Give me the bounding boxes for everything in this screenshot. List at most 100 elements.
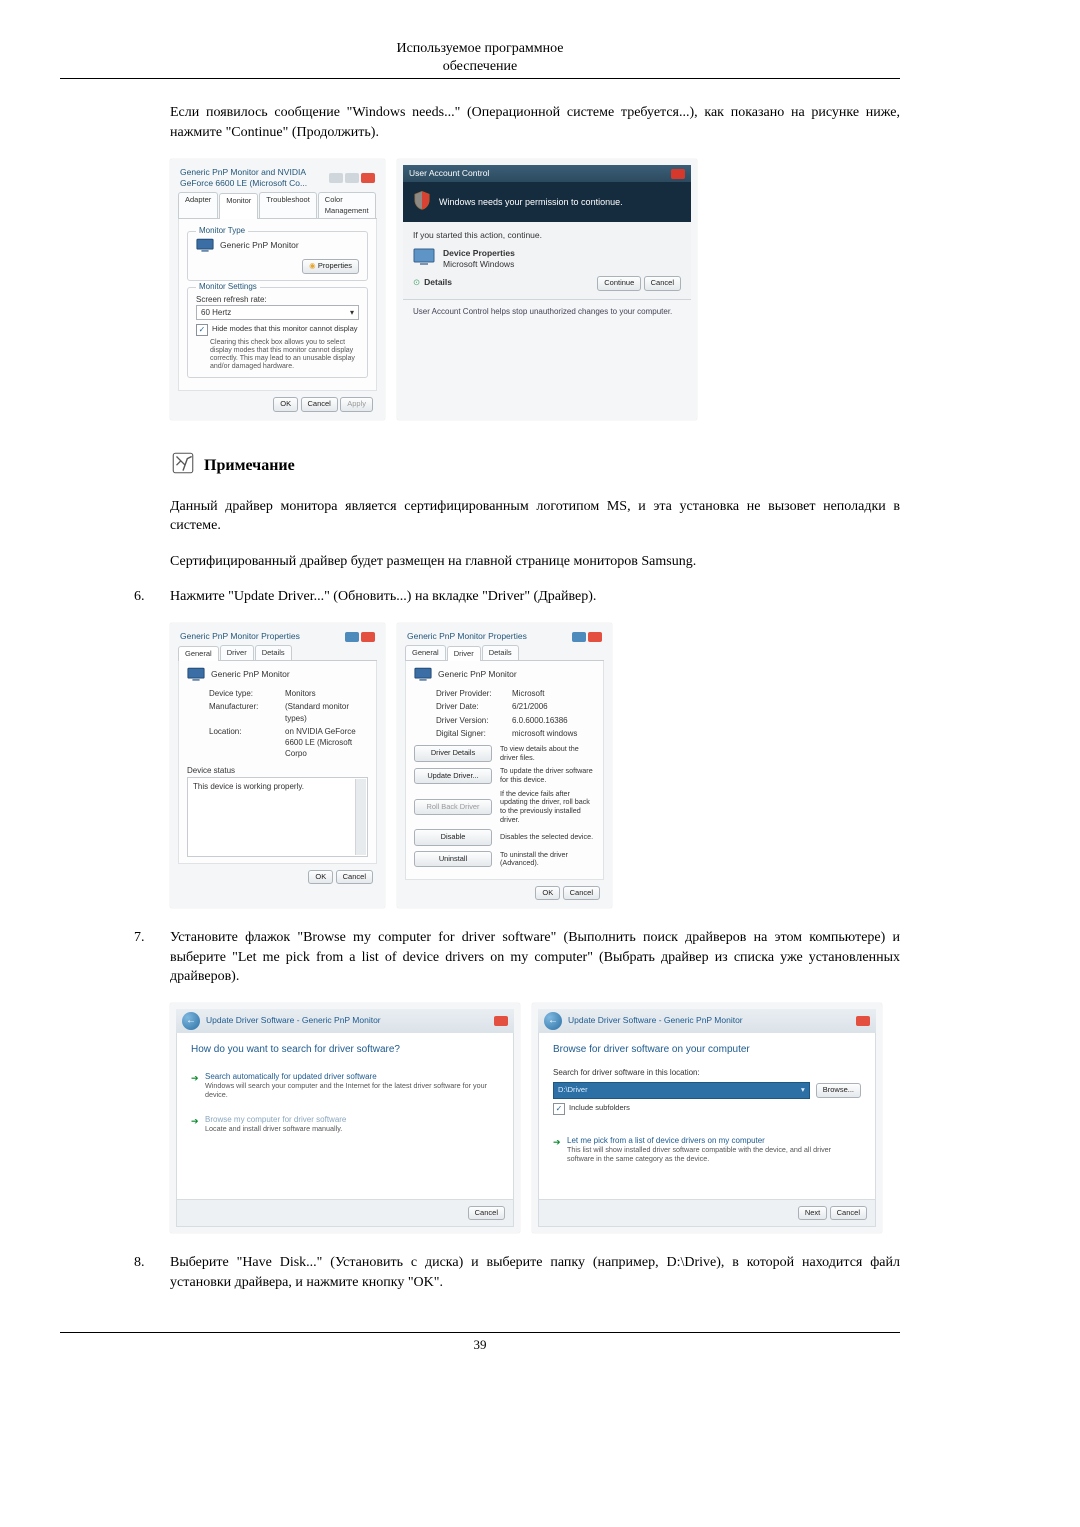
wizard-body: How do you want to search for driver sof… [176, 1033, 514, 1200]
cancel-button[interactable]: Cancel [468, 1206, 505, 1221]
hide-modes-row: ✓ Hide modes that this monitor cannot di… [196, 324, 359, 336]
dialog-wizard-browse: ← Update Driver Software - Generic PnP M… [532, 1003, 882, 1233]
legend-monitor-type: Monitor Type [196, 225, 248, 236]
continue-button[interactable]: Continue [597, 276, 641, 291]
kv-key: Device type: [209, 688, 285, 699]
window-title: Generic PnP Monitor Properties [180, 631, 300, 643]
tab-driver[interactable]: Driver [447, 646, 481, 662]
tabs: General Driver Details [178, 645, 377, 662]
monitor-icon [187, 667, 205, 682]
kv-val: 6.0.6000.16386 [512, 715, 595, 726]
hide-modes-checkbox[interactable]: ✓ [196, 324, 208, 336]
chevron-down-icon[interactable]: ⊙ [413, 277, 420, 289]
kv-key: Driver Provider: [436, 688, 512, 699]
back-nav[interactable]: ← Update Driver Software - Generic PnP M… [544, 1012, 743, 1030]
note-p2: Сертифицированный драйвер будет размещен… [170, 552, 900, 572]
panel: Monitor Type Generic PnP Monitor ◉ Prope… [178, 219, 377, 391]
disable-button[interactable]: Disable [414, 829, 492, 845]
scrollbar[interactable] [355, 779, 366, 855]
screenshots-row-2: Generic PnP Monitor Properties General D… [170, 623, 900, 908]
close-icon[interactable] [856, 1016, 870, 1026]
rollback-driver-button[interactable]: Roll Back Driver [414, 799, 492, 815]
refresh-rate-value: 60 Hertz [201, 307, 231, 318]
kv-key: Driver Date: [436, 701, 512, 712]
help-icon[interactable] [572, 632, 586, 642]
title-bar: ← Update Driver Software - Generic PnP M… [176, 1009, 514, 1033]
properties-button-label: Properties [318, 261, 352, 270]
screenshots-row-1: Generic PnP Monitor and NVIDIA GeForce 6… [170, 159, 900, 420]
refresh-rate-select[interactable]: 60 Hertz ▾ [196, 305, 359, 320]
step-6-number: 6. [134, 587, 170, 607]
back-arrow-icon: ← [544, 1012, 562, 1030]
tab-driver[interactable]: Driver [220, 645, 254, 661]
monitor-name: Generic PnP Monitor [220, 240, 299, 252]
breadcrumb: Update Driver Software - Generic PnP Mon… [568, 1015, 743, 1027]
apply-button[interactable]: Apply [340, 397, 373, 412]
monitor-icon [414, 667, 432, 682]
close-icon[interactable] [671, 169, 685, 179]
path-input[interactable]: D:\Driver ▾ [553, 1082, 810, 1099]
kv-val: Microsoft [512, 688, 595, 699]
step-6-text: Нажмите "Update Driver..." (Обновить...)… [170, 587, 900, 607]
browse-button[interactable]: Browse... [816, 1083, 861, 1098]
tab-color-management[interactable]: Color Management [318, 192, 376, 218]
step-7-number: 7. [134, 928, 170, 948]
minimize-icon[interactable] [329, 173, 343, 183]
monitor-icon [196, 238, 214, 253]
close-icon[interactable] [494, 1016, 508, 1026]
option-desc: This list will show installed driver sof… [567, 1146, 859, 1163]
cancel-button[interactable]: Cancel [563, 886, 600, 901]
option-browse[interactable]: ➔ Browse my computer for driver software… [191, 1110, 499, 1138]
window-title: User Account Control [409, 168, 489, 180]
title-bar: Generic PnP Monitor Properties [403, 629, 606, 645]
rollback-driver-desc: If the device fails after updating the d… [500, 790, 595, 825]
cancel-button[interactable]: Cancel [644, 276, 681, 291]
option-desc: Windows will search your computer and th… [205, 1082, 497, 1099]
cancel-button[interactable]: Cancel [830, 1206, 867, 1221]
close-icon[interactable] [588, 632, 602, 642]
ok-button[interactable]: OK [308, 870, 333, 885]
ok-button[interactable]: OK [535, 886, 560, 901]
close-icon[interactable] [361, 632, 375, 642]
uninstall-desc: To uninstall the driver (Advanced). [500, 851, 595, 868]
cancel-button[interactable]: Cancel [336, 870, 373, 885]
tabs: General Driver Details [405, 645, 604, 662]
help-icon[interactable] [345, 632, 359, 642]
note-label: Примечание [204, 455, 295, 477]
back-arrow-icon: ← [182, 1012, 200, 1030]
device-status-value: This device is working properly. [193, 782, 304, 791]
tab-details[interactable]: Details [482, 645, 519, 661]
ok-button[interactable]: OK [273, 397, 298, 412]
tab-general[interactable]: General [405, 645, 446, 661]
tab-troubleshoot[interactable]: Troubleshoot [259, 192, 317, 218]
details-toggle[interactable]: Details [424, 277, 452, 289]
fieldset-monitor-type: Monitor Type Generic PnP Monitor ◉ Prope… [187, 231, 368, 281]
cancel-button[interactable]: Cancel [301, 397, 338, 412]
next-button[interactable]: Next [798, 1206, 827, 1221]
back-nav[interactable]: ← Update Driver Software - Generic PnP M… [182, 1012, 381, 1030]
option-pick-from-list[interactable]: ➔ Let me pick from a list of device driv… [553, 1131, 861, 1167]
uninstall-button[interactable]: Uninstall [414, 851, 492, 867]
title-bar: ← Update Driver Software - Generic PnP M… [538, 1009, 876, 1033]
device-status-label: Device status [187, 765, 368, 776]
update-driver-button[interactable]: Update Driver... [414, 768, 492, 784]
close-icon[interactable] [361, 173, 375, 183]
include-subfolders-label: Include subfolders [569, 1103, 630, 1114]
chevron-down-icon: ▾ [350, 307, 354, 318]
tab-adapter[interactable]: Adapter [178, 192, 218, 218]
include-subfolders-checkbox[interactable]: ✓ [553, 1103, 565, 1115]
uac-body: If you started this action, continue. De… [403, 222, 691, 298]
tab-details[interactable]: Details [255, 645, 292, 661]
screenshots-row-3: ← Update Driver Software - Generic PnP M… [170, 1003, 900, 1233]
tab-monitor[interactable]: Monitor [219, 193, 258, 219]
dialog-monitor-properties: Generic PnP Monitor and NVIDIA GeForce 6… [170, 159, 385, 420]
tab-general[interactable]: General [178, 646, 219, 662]
properties-button[interactable]: ◉ Properties [302, 259, 359, 274]
content: Если появилось сообщение "Windows needs.… [170, 103, 900, 1292]
kv-val: Monitors [285, 688, 368, 699]
maximize-icon[interactable] [345, 173, 359, 183]
driver-details-button[interactable]: Driver Details [414, 745, 492, 761]
panel: Generic PnP Monitor Driver Provider:Micr… [405, 661, 604, 880]
intro-paragraph: Если появилось сообщение "Windows needs.… [170, 103, 900, 142]
option-search-auto[interactable]: ➔ Search automatically for updated drive… [191, 1067, 499, 1103]
